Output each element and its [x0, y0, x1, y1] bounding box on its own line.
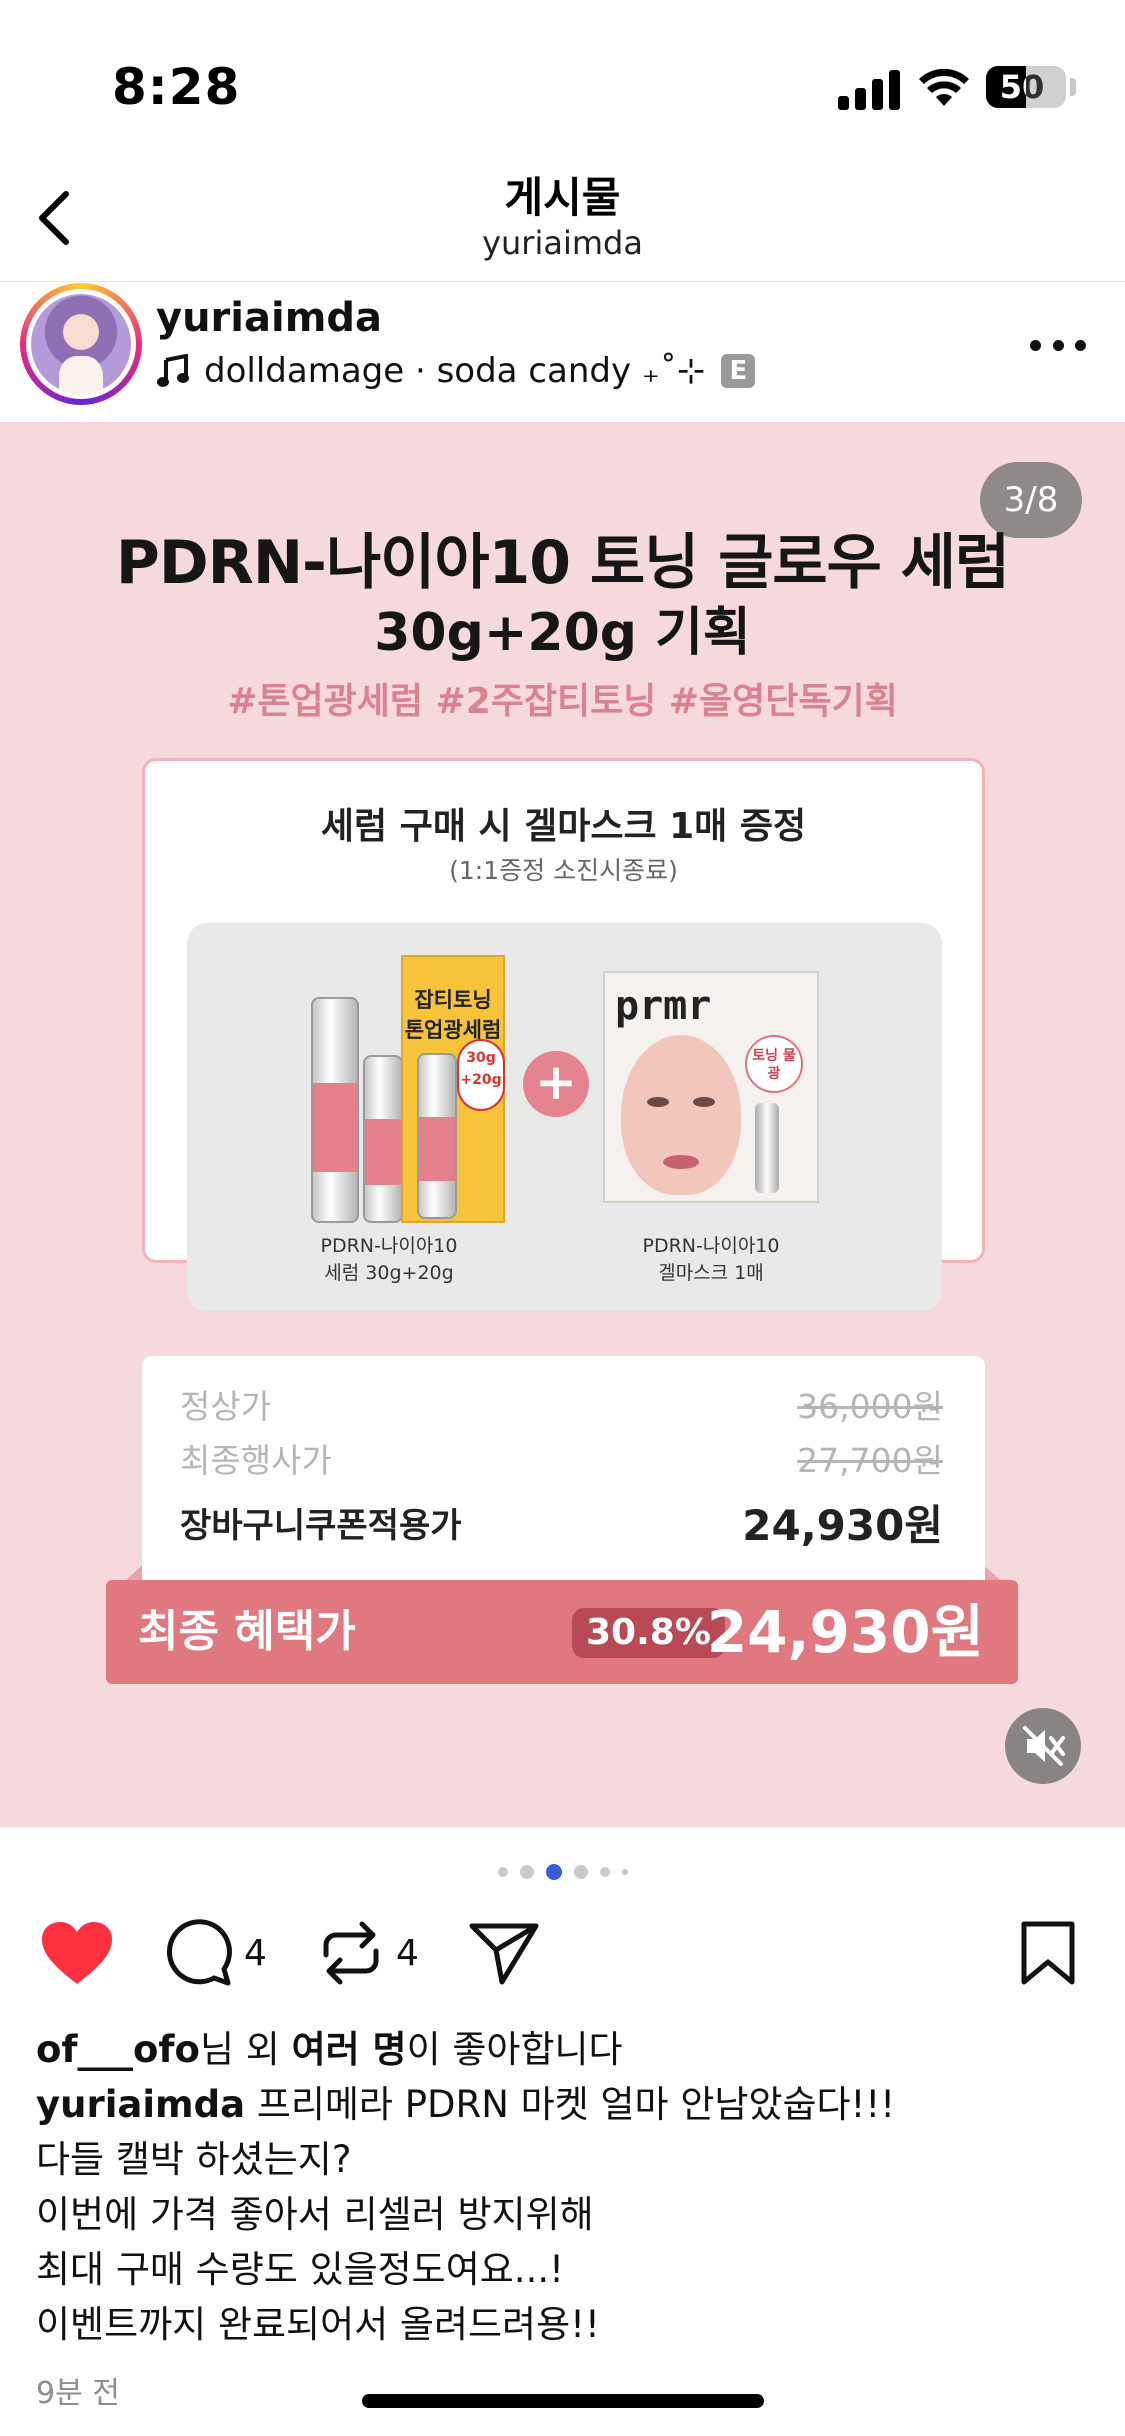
plus-icon: + — [523, 1051, 589, 1117]
avatar[interactable] — [31, 294, 131, 394]
carousel-dot — [573, 1865, 588, 1879]
mask-logo: prmr — [615, 983, 712, 1029]
more-options-icon[interactable] — [1030, 335, 1086, 355]
page-subtitle[interactable]: yuriaimda — [0, 224, 1125, 262]
comment-button[interactable]: 4 — [164, 1908, 267, 1998]
post-username[interactable]: yuriaimda — [156, 295, 382, 341]
gel-mask-pack: prmr 토닝 물광 — [603, 971, 819, 1203]
cellular-signal-icon — [838, 66, 900, 110]
likes-summary[interactable]: of___ofo님 외 여러 명이 좋아합니다 — [36, 2022, 1096, 2077]
serum-bottle-small — [363, 1055, 403, 1223]
music-note-icon — [157, 354, 189, 387]
mask-tube — [755, 1103, 779, 1193]
post-caption: of___ofo님 외 여러 명이 좋아합니다 yuriaimda 프리메라 P… — [36, 2022, 1096, 2352]
battery-icon: 50 — [986, 66, 1066, 108]
repost-button[interactable]: 4 — [318, 1908, 419, 1998]
discount-badge: 30.8% — [572, 1608, 725, 1658]
repost-count: 4 — [396, 1932, 419, 1974]
mute-icon[interactable] — [1005, 1708, 1081, 1784]
battery-level: 50 — [999, 68, 1045, 106]
caption-line: 이번에 가격 좋아서 리셀러 방지위해 — [36, 2193, 594, 2236]
serum-bottle-box — [417, 1053, 457, 1219]
like-button[interactable] — [40, 1908, 114, 1998]
caption-line: 최대 구매 수량도 있을정도여요...! — [36, 2248, 564, 2291]
gift-products: 잡티토닝 톤업광세럼 30g +20g + prmr 토닝 물광 PDRN-나이아… — [187, 923, 942, 1311]
post-image[interactable]: 3/8 PDRN-나이아10 토닝 글로우 세럼 30g+20g 기획 #톤업광… — [0, 422, 1125, 1827]
gift-note: (1:1증정 소진시종료) — [449, 856, 678, 885]
serum-bottle-large — [311, 997, 359, 1223]
explicit-badge: E — [721, 354, 756, 388]
final-price-bar: 최종 혜택가 30.8% 24,930원 — [106, 1580, 1018, 1684]
page-header: 게시물 yuriaimda — [0, 150, 1125, 282]
product2-label: PDRN-나이아10 겔마스크 1매 — [642, 1235, 780, 1284]
repost-icon — [323, 1921, 379, 1985]
send-icon — [469, 1923, 539, 1985]
product1-label: PDRN-나이아10 세럼 30g+20g — [320, 1235, 458, 1284]
carousel-dot — [519, 1865, 534, 1879]
carousel-dot — [497, 1867, 508, 1877]
post-timestamp: 9분 전 — [36, 2376, 120, 2411]
share-button[interactable] — [468, 1908, 540, 1998]
bookmark-icon — [1021, 1921, 1075, 1985]
final-price-label: 최종 혜택가 — [138, 1606, 356, 1657]
home-indicator[interactable] — [362, 2394, 764, 2408]
carousel-dots — [0, 1860, 1125, 1884]
comment-count: 4 — [244, 1932, 267, 1974]
carousel-dot-active — [545, 1864, 562, 1880]
music-track[interactable]: dolldamage · soda candy ₊˚⊹ E — [156, 349, 756, 393]
status-bar: 8:28 50 — [0, 0, 1125, 150]
final-price: 24,930원 — [706, 1598, 984, 1666]
music-track-label: dolldamage · soda candy ₊˚⊹ — [204, 351, 706, 391]
mask-badge: 토닝 물광 — [745, 1035, 803, 1093]
product-subtitle: 30g+20g 기획 — [374, 603, 751, 663]
heart-icon — [42, 1922, 112, 1984]
serum-box-badge: 30g +20g — [457, 1039, 505, 1111]
battery-nub — [1070, 78, 1076, 96]
price-row: 정상가 36,000원 — [180, 1387, 943, 1426]
carousel-dot — [599, 1867, 610, 1877]
carousel-dot — [621, 1869, 628, 1875]
mask-face — [621, 1035, 741, 1195]
price-row: 장바구니쿠폰적용가 24,930원 — [180, 1501, 943, 1550]
caption-line: 이벤트까지 완료되어서 올려드려용!! — [36, 2303, 600, 2346]
post-header: yuriaimda dolldamage · soda candy ₊˚⊹ E — [0, 283, 1125, 421]
status-time: 8:28 — [112, 58, 241, 116]
price-card: 정상가 36,000원 최종행사가 27,700원 장바구니쿠폰적용가 24,9… — [142, 1356, 985, 1588]
gift-title: 세럼 구매 시 겔마스크 1매 증정 — [320, 806, 807, 847]
page-title: 게시물 — [504, 173, 621, 222]
gift-card: 세럼 구매 시 겔마스크 1매 증정 (1:1증정 소진시종료) 잡티토닝 톤업광… — [142, 758, 985, 1311]
caption-line: yuriaimda 프리메라 PDRN 마켓 얼마 안남았숩다!!! — [36, 2083, 896, 2126]
comment-icon — [166, 1919, 232, 1986]
save-button[interactable] — [1020, 1908, 1076, 1998]
caption-username[interactable]: yuriaimda — [36, 2083, 245, 2126]
wifi-icon — [919, 68, 969, 106]
product-hashtags: #톤업광세럼 #2주잡티토닝 #올영단독기획 — [227, 681, 898, 722]
price-row: 최종행사가 27,700원 — [180, 1441, 943, 1480]
caption-line: 다들 캘박 하셨는지? — [36, 2138, 352, 2181]
story-ring[interactable] — [20, 283, 142, 405]
action-bar: 4 4 — [0, 1908, 1125, 1998]
product-title: PDRN-나이아10 토닝 글로우 세럼 — [115, 528, 1010, 598]
